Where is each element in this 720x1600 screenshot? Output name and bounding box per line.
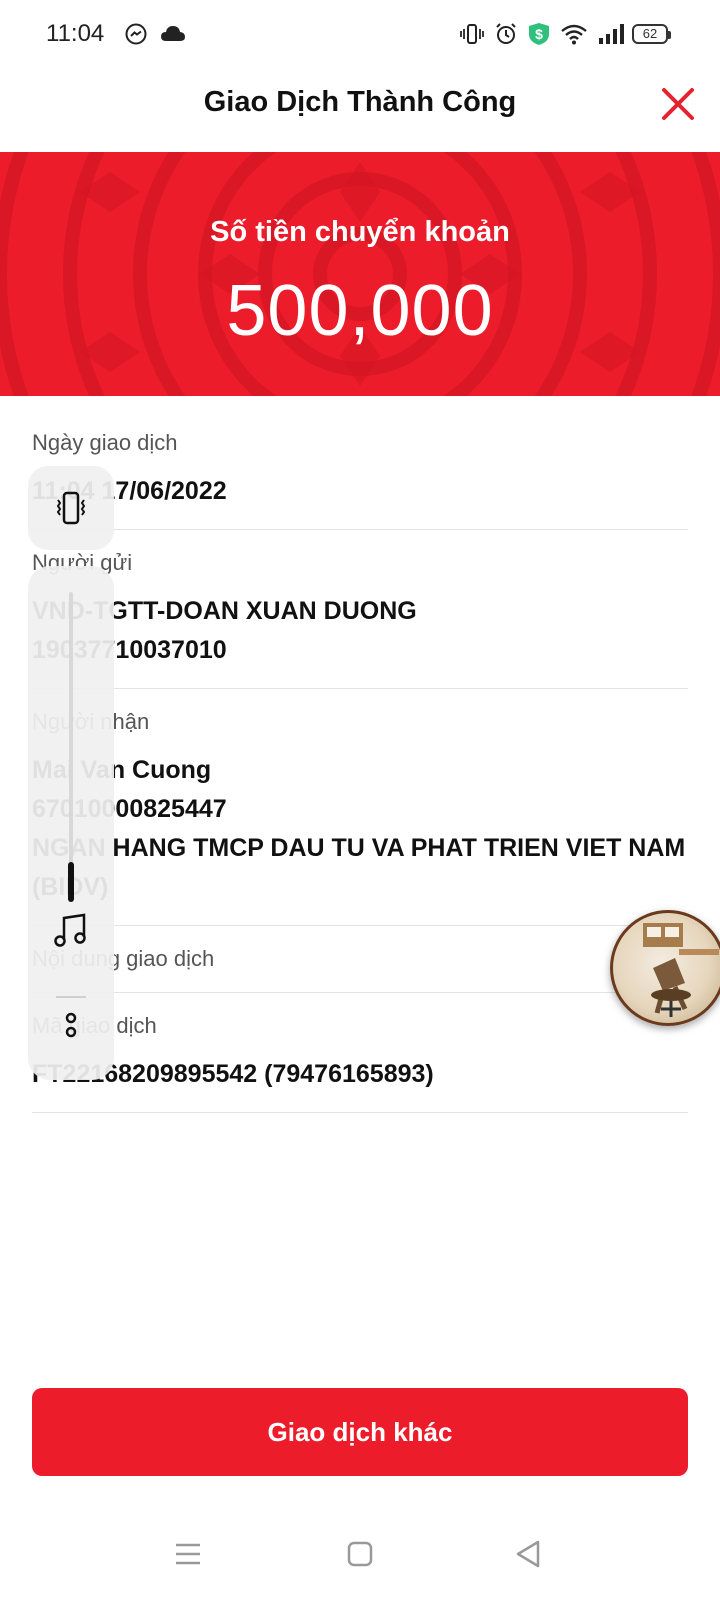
music-note-icon (54, 913, 86, 947)
detail-row-sender: Người gửi VND-TGTT-DOAN XUAN DUONG 19037… (32, 530, 688, 689)
menu-icon (176, 1543, 200, 1565)
back-icon (516, 1540, 540, 1568)
page-title: Giao Dịch Thành Công (203, 86, 517, 118)
back-button[interactable] (508, 1534, 548, 1574)
vibrate-mode-toggle[interactable] (28, 466, 114, 550)
detail-row-date: Ngày giao dịch 11:04 17/06/2022 (32, 414, 688, 530)
bubble-avatar-image (643, 923, 719, 1017)
wifi-icon (560, 23, 588, 50)
transfer-amount: 500,000 (226, 271, 494, 351)
volume-slider-track[interactable] (69, 592, 73, 882)
header: Giao Dịch Thành Công (0, 70, 720, 152)
alarm-icon (494, 22, 518, 51)
volume-panel (28, 566, 114, 1080)
detail-value: NGAN HANG TMCP DAU TU VA PHAT TRIEN VIET… (32, 834, 686, 901)
close-button[interactable] (658, 84, 698, 124)
detail-label: Nội dung giao dịch (32, 946, 215, 971)
volume-slider-handle[interactable] (68, 862, 74, 902)
transfer-amount-label: Số tiền chuyển khoản (210, 216, 510, 248)
more-options-icon (65, 1012, 77, 1038)
navigation-bar (0, 1520, 720, 1600)
transaction-details: Ngày giao dịch 11:04 17/06/2022 Người gử… (32, 414, 688, 1113)
detail-value: 19037710037010 (32, 636, 227, 664)
floating-chat-bubble[interactable] (610, 910, 720, 1026)
detail-label: Người nhận (32, 709, 150, 734)
detail-value: FT22168209895542 (79476165893) (32, 1060, 434, 1088)
more-options-button[interactable] (56, 1006, 86, 1046)
detail-row-transaction-id: Mã giao dịch FT22168209895542 (794761658… (32, 993, 688, 1113)
detail-value: VND-TGTT-DOAN XUAN DUONG (32, 597, 417, 625)
home-button[interactable] (340, 1534, 380, 1574)
detail-row-content: Nội dung giao dịch (32, 926, 688, 993)
home-icon (347, 1541, 373, 1567)
cloud-icon (160, 24, 186, 49)
detail-label: Người gửi (32, 550, 133, 575)
detail-value: 11:04 17/06/2022 (32, 477, 227, 505)
detail-value: Mai Van Cuong (32, 756, 212, 784)
status-bar: 11:04 $ 62 (0, 0, 720, 70)
amount-banner: Số tiền chuyển khoản 500,000 (0, 152, 720, 396)
shield-dollar-icon: $ (528, 22, 550, 51)
status-left-icons (124, 22, 186, 51)
other-transaction-button[interactable]: Giao dịch khác (32, 1388, 688, 1476)
detail-value: 67010000825447 (32, 795, 227, 823)
recent-apps-button[interactable] (168, 1534, 208, 1574)
close-icon (662, 88, 694, 120)
signal-icon (598, 23, 624, 50)
svg-text:$: $ (535, 26, 543, 42)
battery-indicator: 62 (632, 24, 671, 44)
detail-label: Ngày giao dịch (32, 430, 178, 455)
volume-divider (56, 996, 86, 998)
status-time: 11:04 (46, 20, 105, 47)
status-right-icons: $ (460, 22, 624, 51)
vibrate-icon (460, 22, 484, 51)
detail-row-recipient: Người nhận Mai Van Cuong 67010000825447 … (32, 689, 688, 926)
vibrate-icon (56, 491, 86, 525)
messenger-icon (124, 22, 148, 51)
detail-label: Mã giao dịch (32, 1013, 157, 1038)
